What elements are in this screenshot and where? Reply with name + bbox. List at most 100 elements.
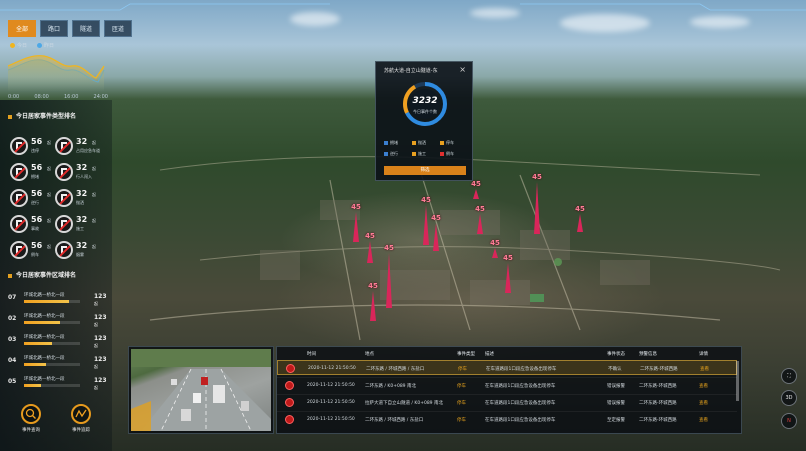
rank-number: 02: [8, 315, 17, 322]
cell-desc: 在车道路段1口段应急设备出现停车: [485, 418, 556, 423]
region-rank-item[interactable]: 05 环城北路—桥北一段 123起: [8, 375, 108, 395]
event-type-item[interactable]: 56 起违停: [10, 137, 58, 157]
table-row[interactable]: 2020-11-12 21:50:50 拉萨大道下自立山隧道 / K0+089 南…: [277, 394, 737, 409]
cell-detail[interactable]: 查看: [699, 383, 708, 389]
alarm-icon: [286, 364, 295, 373]
legend-yesterday: 昨日: [37, 42, 54, 49]
cell-type: 停车: [457, 418, 466, 423]
marker-cone: [386, 253, 392, 308]
filter-option[interactable]: 逆行: [384, 151, 412, 157]
marker-count: 45: [471, 180, 481, 188]
alarm-icon: [285, 398, 294, 407]
event-label: 拥堵: [31, 174, 39, 179]
filter-option[interactable]: 倒车: [440, 151, 468, 157]
filter-option[interactable]: 停车: [440, 140, 468, 146]
event-type-item[interactable]: 32 起抛洒: [55, 189, 103, 209]
table-row[interactable]: 2020-11-12 21:50:50 二环东路 / 环城西路 / 东盐口 停车 在车…: [277, 411, 737, 426]
event-count: 56: [31, 189, 43, 198]
cell-place: 二环东路 / 环城西路 / 东盐口: [366, 367, 425, 372]
rank-name: 环城北路—桥北一段: [24, 377, 65, 382]
cell-desc: 在车道路段1口段应急设备出现停车: [485, 401, 556, 406]
event-query-button[interactable]: 事件查询: [17, 404, 45, 433]
col-desc: 描述: [485, 352, 494, 357]
event-type-item[interactable]: 56 起事故: [10, 215, 58, 235]
filter-option[interactable]: 施工: [412, 151, 440, 157]
event-type-item[interactable]: 32 起占用应急车道: [55, 137, 103, 157]
scrollbar[interactable]: [736, 361, 739, 401]
tab-intersection[interactable]: 路口: [40, 20, 69, 37]
event-type-item[interactable]: 56 起倒车: [10, 241, 58, 261]
event-type-title: 今日居家事件类型排名: [8, 111, 76, 120]
region-rank-item[interactable]: 03 环城北路—桥北一段 123起: [8, 333, 108, 353]
event-count: 56: [31, 163, 43, 172]
legend-yesterday-label: 昨日: [44, 43, 55, 49]
cell-detail[interactable]: 查看: [699, 417, 708, 423]
event-type-item[interactable]: 32 起施工: [55, 215, 103, 235]
rank-bar: [24, 384, 80, 387]
marker-count: 45: [575, 205, 585, 213]
filter-confirm-button[interactable]: 筛选: [384, 166, 466, 175]
filter-option[interactable]: 抛洒: [412, 140, 440, 146]
region-rank-item[interactable]: 04 环城北路—桥北一段 123起: [8, 354, 108, 374]
event-label: 施工: [76, 226, 84, 231]
region-rank-item[interactable]: 02 环城北路—桥北一段 123起: [8, 312, 108, 332]
alarm-icon: [285, 415, 294, 424]
event-query-label: 事件查询: [22, 428, 40, 433]
cell-warn: 二环东路-环城西路: [640, 367, 678, 372]
tab-all[interactable]: 全部: [8, 20, 37, 37]
no-parking-icon: [55, 215, 73, 233]
filter-option[interactable]: 拥堵: [384, 140, 412, 146]
no-parking-icon: [55, 241, 73, 259]
cell-desc: 在车道路段1口段应急设备出现停车: [485, 384, 556, 389]
region-rank-item[interactable]: 07 环城北路—桥北一段 123起: [8, 291, 108, 311]
axis-tick: 16:00: [63, 94, 79, 100]
marker-count: 45: [475, 205, 485, 213]
table-row[interactable]: 2020-11-12 21:50:50 二环东路 / 环城西路 / 东盐口 停车 在车…: [277, 360, 737, 375]
marker-count: 45: [490, 239, 500, 247]
cell-type: 停车: [457, 384, 466, 389]
event-type-item[interactable]: 56 起逆行: [10, 189, 58, 209]
no-parking-icon: [55, 189, 73, 207]
event-unit: 起: [92, 166, 96, 171]
fullscreen-button[interactable]: ⛶: [781, 368, 797, 384]
tab-tunnel[interactable]: 隧道: [72, 20, 101, 37]
rank-value: 123起: [94, 377, 107, 390]
event-label: 逆行: [31, 200, 39, 205]
event-table: 时间 地点 事件类型 描述 事件状态 预警信息 详情 2020-11-12 21…: [276, 346, 742, 434]
trend-legend: 今日 昨日: [10, 42, 54, 49]
cell-type: 停车: [458, 367, 467, 372]
close-icon[interactable]: ×: [459, 65, 466, 74]
legend-today-label: 今日: [17, 43, 28, 49]
map-stage[interactable]: { "tabs": [ {"label": "全部", "active": tr…: [0, 0, 806, 451]
event-label: 违停: [31, 148, 39, 153]
compass-icon[interactable]: N: [781, 413, 797, 429]
cell-state: 至定报警: [607, 418, 625, 423]
cell-warn: 二环东路-环城西路: [639, 418, 677, 423]
marker-count: 45: [384, 244, 394, 252]
cell-state: 错误报警: [607, 401, 625, 406]
tab-ramp[interactable]: 匝道: [104, 20, 133, 37]
event-count: 56: [31, 215, 43, 224]
no-parking-icon: [10, 241, 28, 259]
filter-options: 拥堵 抛洒 停车 逆行 施工 倒车: [384, 140, 468, 157]
marker-cone: [370, 291, 376, 321]
event-type-item[interactable]: 32 起烟雾: [55, 241, 103, 261]
event-trace-button[interactable]: 事件追踪: [67, 404, 95, 433]
event-type-item[interactable]: 56 起拥堵: [10, 163, 58, 183]
cell-time: 2020-11-12 21:50:50: [307, 400, 355, 405]
cell-detail[interactable]: 查看: [700, 366, 709, 372]
view-3d-button[interactable]: 3D: [781, 390, 797, 406]
cell-detail[interactable]: 查看: [699, 400, 708, 406]
event-unit: 起: [47, 140, 51, 145]
camera-feed[interactable]: [128, 346, 274, 434]
rank-name: 环城北路—桥北一段: [24, 335, 65, 340]
marker-cone: [577, 214, 583, 232]
event-count: 32: [76, 163, 88, 172]
table-row[interactable]: 2020-11-12 21:50:50 二环东路 / K0+089 南北 停车 在车道…: [277, 377, 737, 392]
event-label: 烟雾: [76, 252, 84, 257]
no-parking-icon: [55, 163, 73, 181]
marker-cone: [477, 214, 483, 234]
cell-state: 不确认: [608, 367, 622, 372]
no-parking-icon: [10, 189, 28, 207]
event-type-item[interactable]: 32 起行人闯入: [55, 163, 103, 183]
